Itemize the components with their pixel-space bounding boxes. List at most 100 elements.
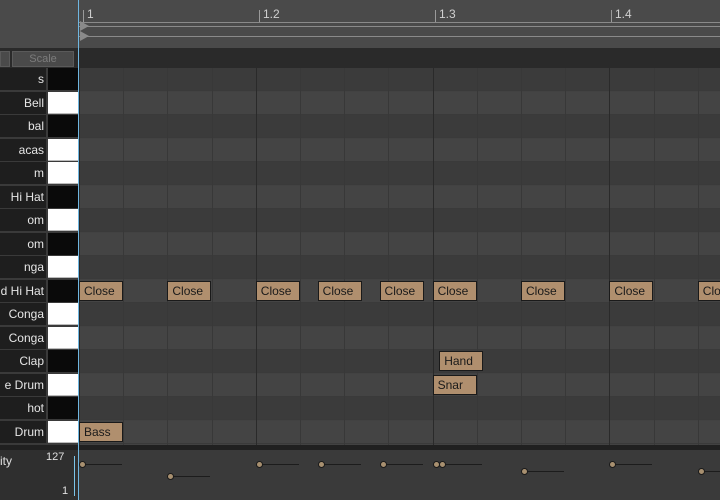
midi-note[interactable]: Close xyxy=(432,280,477,301)
key-label[interactable]: om xyxy=(0,232,46,255)
key-label[interactable]: acas xyxy=(0,138,46,161)
grid-line xyxy=(300,68,301,445)
key-label[interactable]: nga xyxy=(0,256,46,278)
midi-note[interactable]: Snar xyxy=(432,374,477,395)
velocity-stick xyxy=(320,464,361,466)
key-label[interactable]: Hi Hat xyxy=(0,185,46,208)
velocity-max-label: 127 xyxy=(46,451,65,463)
velocity-panel: ity 127 1 xyxy=(0,450,78,500)
velocity-handle[interactable] xyxy=(379,461,387,469)
piano-key[interactable] xyxy=(48,279,78,302)
velocity-handle[interactable] xyxy=(255,461,263,469)
grid-lane xyxy=(79,209,720,232)
loop-marker-icon[interactable] xyxy=(80,21,89,31)
piano-key[interactable] xyxy=(48,209,78,231)
grid-line xyxy=(388,68,390,445)
key-label[interactable]: d Hi Hat xyxy=(0,279,46,302)
piano-key[interactable] xyxy=(48,115,78,137)
midi-note[interactable]: Close xyxy=(255,280,300,301)
grid-lane xyxy=(79,326,720,350)
velocity-handle[interactable] xyxy=(79,461,86,469)
grid-line xyxy=(255,68,257,445)
velocity-stick xyxy=(170,476,211,478)
timeline-ruler[interactable]: 1 1.2 1.3 1.4 xyxy=(78,0,720,48)
grid-lane xyxy=(79,185,720,209)
velocity-scale-bar xyxy=(74,456,75,496)
bar-number: 1 xyxy=(87,7,94,21)
key-label[interactable]: s xyxy=(0,68,46,90)
piano-key[interactable] xyxy=(48,397,78,419)
note-grid[interactable]: Close Close Close Close Close Close Close Close… xyxy=(79,68,720,445)
key-label[interactable]: hot xyxy=(0,397,46,419)
midi-note[interactable]: Bass xyxy=(79,421,123,442)
key-label[interactable]: Clap xyxy=(0,350,46,372)
velocity-handle[interactable] xyxy=(697,468,705,476)
grid-line xyxy=(609,68,611,445)
midi-note[interactable]: Close xyxy=(317,280,362,301)
velocity-label: ity xyxy=(0,454,12,468)
velocity-lane[interactable] xyxy=(79,450,720,500)
grid-line xyxy=(521,68,522,445)
velocity-handle[interactable] xyxy=(167,473,175,481)
fold-button[interactable] xyxy=(0,51,10,67)
key-label[interactable]: Conga xyxy=(0,303,46,325)
key-label[interactable]: bal xyxy=(0,115,46,137)
piano-key[interactable] xyxy=(48,138,78,161)
velocity-handle[interactable] xyxy=(439,461,447,469)
midi-note[interactable]: Close xyxy=(521,280,565,301)
grid-lane xyxy=(79,420,720,444)
piano-key[interactable] xyxy=(48,185,78,208)
key-column: s Bell bal acas m Hi Hat om om nga d Hi Hat Conga C… xyxy=(0,68,78,445)
bar-tick xyxy=(259,10,260,22)
piano-key[interactable] xyxy=(48,91,78,114)
key-label[interactable]: Bell xyxy=(0,91,46,114)
velocity-stick xyxy=(82,464,122,466)
velocity-stick xyxy=(524,471,564,473)
bar-number: 1.4 xyxy=(615,7,632,21)
key-label[interactable]: Drum xyxy=(0,420,46,443)
piano-key[interactable] xyxy=(48,232,78,255)
grid-lane xyxy=(79,397,720,420)
piano-key[interactable] xyxy=(48,326,78,349)
ruler-line xyxy=(78,22,720,23)
ruler-left-panel xyxy=(0,0,78,48)
piano-key[interactable] xyxy=(48,303,78,325)
key-label[interactable]: Conga xyxy=(0,326,46,349)
midi-note[interactable]: Close xyxy=(167,280,212,301)
key-label[interactable]: e Drum xyxy=(0,373,46,396)
loop-marker-icon[interactable] xyxy=(80,31,89,41)
bar-tick xyxy=(435,10,436,22)
grid-lane xyxy=(79,232,720,256)
midi-note[interactable]: Close xyxy=(609,280,654,301)
grid-line xyxy=(653,68,655,445)
grid-lane xyxy=(79,256,720,279)
key-label[interactable]: m xyxy=(0,162,46,184)
piano-key[interactable] xyxy=(48,68,78,90)
piano-key[interactable] xyxy=(48,420,78,443)
grid-line xyxy=(211,68,213,445)
grid-line xyxy=(123,68,125,445)
piano-key[interactable] xyxy=(48,256,78,278)
grid-line xyxy=(167,68,169,445)
velocity-stick xyxy=(612,464,653,466)
midi-note[interactable]: Close xyxy=(379,280,424,301)
midi-note[interactable]: Hand xyxy=(439,351,484,371)
key-label[interactable]: om xyxy=(0,209,46,231)
grid-line xyxy=(79,68,80,445)
piano-key[interactable] xyxy=(48,373,78,396)
grid-lane xyxy=(79,91,720,115)
velocity-handle[interactable] xyxy=(317,461,325,469)
velocity-handle[interactable] xyxy=(521,468,528,476)
scale-button[interactable]: Scale xyxy=(12,51,74,67)
grid-lane xyxy=(79,68,720,91)
grid-lane xyxy=(79,115,720,138)
piano-key[interactable] xyxy=(48,350,78,372)
midi-note[interactable]: Close xyxy=(79,280,123,301)
piano-key[interactable] xyxy=(48,162,78,184)
grid-line xyxy=(565,68,567,445)
midi-note[interactable]: Close xyxy=(697,280,720,301)
velocity-handle[interactable] xyxy=(609,461,617,469)
grid-lane xyxy=(79,138,720,162)
grid-line xyxy=(344,68,346,445)
grid-lane xyxy=(79,303,720,326)
